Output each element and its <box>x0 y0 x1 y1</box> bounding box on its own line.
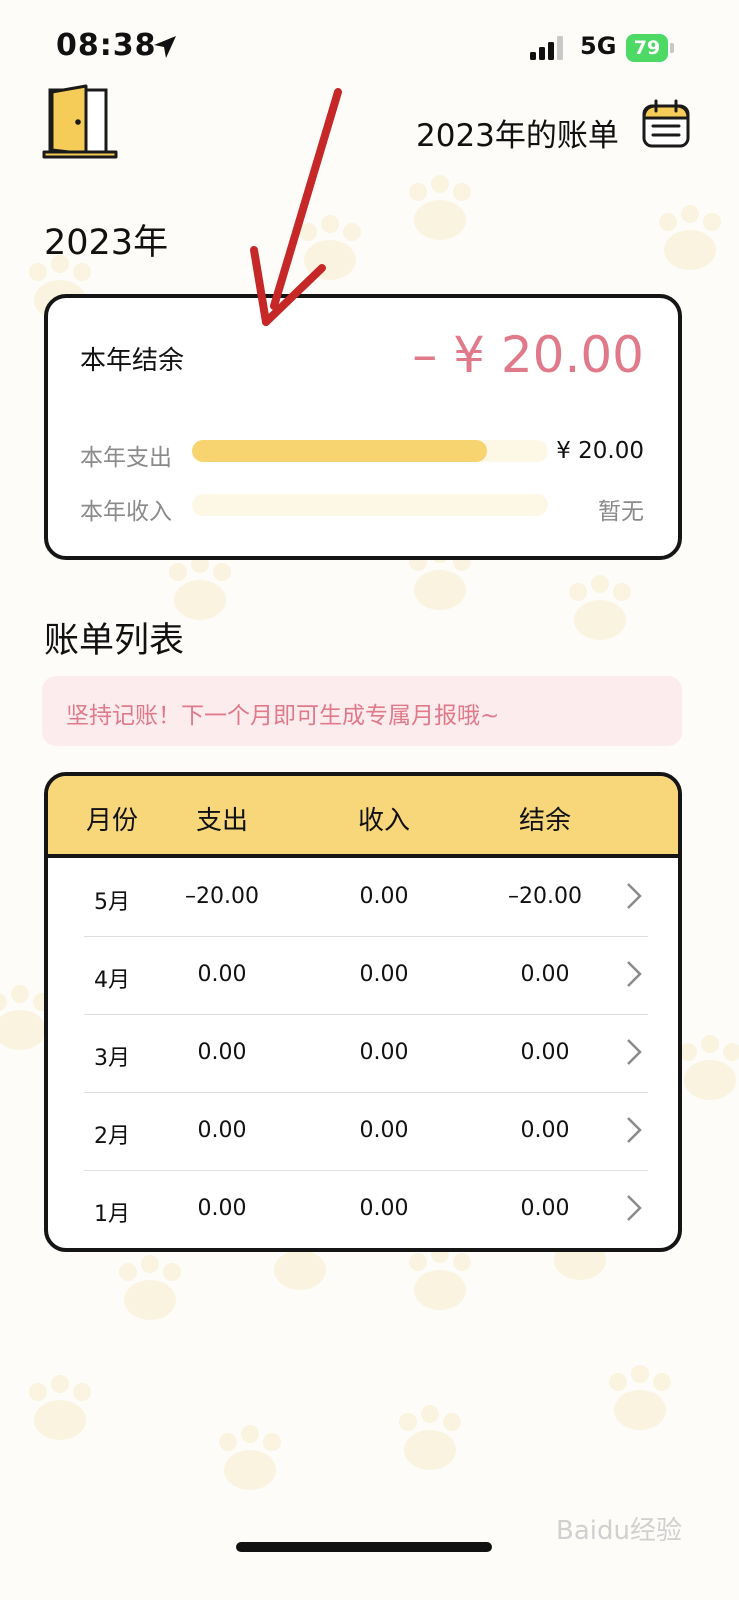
row-balance: –20.00 <box>508 884 582 909</box>
battery-icon: 79 <box>626 34 674 62</box>
header-balance: 结余 <box>518 806 572 836</box>
expense-label: 本年支出 <box>80 445 172 471</box>
table-header: 月份 支出 收入 结余 <box>48 776 678 858</box>
year-bill-link[interactable]: 2023年的账单 <box>416 110 619 155</box>
income-value: 暂无 <box>598 499 644 525</box>
row-income: 0.00 <box>359 962 409 987</box>
row-balance: 0.00 <box>520 962 570 987</box>
home-indicator <box>236 1542 492 1552</box>
status-time: 08:38 <box>56 28 157 63</box>
bill-table: 月份 支出 收入 结余 5月 –20.00 0.00 –20.00 4月 0.0… <box>44 772 682 1252</box>
row-month: 1月 <box>94 1202 130 1227</box>
expense-bar-fill <box>192 440 488 462</box>
table-row[interactable]: 3月 0.00 0.00 0.00 <box>48 1014 678 1092</box>
chevron-right-icon[interactable] <box>624 1192 644 1224</box>
header-month: 月份 <box>85 806 139 836</box>
row-month: 3月 <box>94 1046 130 1071</box>
row-balance: 0.00 <box>520 1040 570 1065</box>
row-income: 0.00 <box>359 1118 409 1143</box>
table-row[interactable]: 2月 0.00 0.00 0.00 <box>48 1092 678 1170</box>
row-month: 4月 <box>94 968 130 993</box>
watermark: Baidu经验 <box>556 1516 682 1546</box>
row-balance: 0.00 <box>520 1118 570 1143</box>
row-expense: 0.00 <box>197 962 247 987</box>
row-income: 0.00 <box>359 1040 409 1065</box>
chevron-right-icon[interactable] <box>624 1114 644 1146</box>
network-type: 5G <box>580 32 617 60</box>
page-title: 2023年 <box>44 223 169 263</box>
chevron-right-icon[interactable] <box>624 880 644 912</box>
row-expense: –20.00 <box>185 884 259 909</box>
location-icon <box>154 36 176 58</box>
table-row[interactable]: 1月 0.00 0.00 0.00 <box>48 1170 678 1248</box>
tip-banner: 坚持记账！下一个月即可生成专属月报哦~ <box>42 676 682 746</box>
row-expense: 0.00 <box>197 1196 247 1221</box>
row-expense: 0.00 <box>197 1118 247 1143</box>
table-row[interactable]: 5月 –20.00 0.00 –20.00 <box>48 858 678 936</box>
row-income: 0.00 <box>359 884 409 909</box>
row-income: 0.00 <box>359 1196 409 1221</box>
calendar-icon[interactable] <box>640 98 692 150</box>
door-icon[interactable] <box>40 82 120 160</box>
table-row[interactable]: 4月 0.00 0.00 0.00 <box>48 936 678 1014</box>
row-month: 2月 <box>94 1124 130 1149</box>
header-expense: 支出 <box>195 806 249 836</box>
tip-text: 坚持记账！下一个月即可生成专属月报哦~ <box>66 703 500 729</box>
chevron-right-icon[interactable] <box>624 958 644 990</box>
battery-level: 79 <box>626 34 668 62</box>
expense-value: ¥ 20.00 <box>556 438 644 464</box>
row-balance: 0.00 <box>520 1196 570 1221</box>
chevron-right-icon[interactable] <box>624 1036 644 1068</box>
balance-value: – ¥ 20.00 <box>412 326 644 384</box>
row-expense: 0.00 <box>197 1040 247 1065</box>
income-label: 本年收入 <box>80 499 172 525</box>
row-month: 5月 <box>94 890 130 915</box>
bill-list-title: 账单列表 <box>44 621 185 661</box>
expense-bar <box>192 440 548 462</box>
year-summary-card: 本年结余 – ¥ 20.00 本年支出 ¥ 20.00 本年收入 暂无 <box>44 294 682 560</box>
income-bar <box>192 494 548 516</box>
signal-icon <box>530 36 563 60</box>
header-income: 收入 <box>357 806 411 836</box>
balance-label: 本年结余 <box>80 346 185 376</box>
